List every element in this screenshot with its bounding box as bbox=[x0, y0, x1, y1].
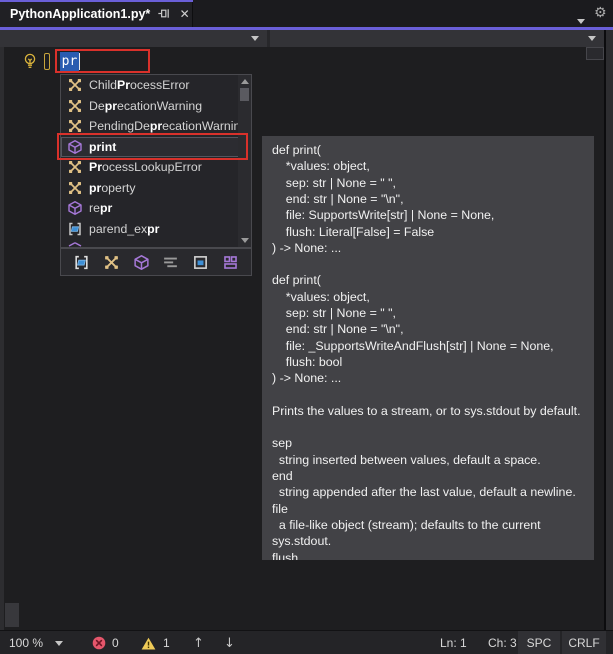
completion-label: DeprecationWarning bbox=[89, 98, 203, 113]
scrollbar-thumb[interactable] bbox=[240, 88, 249, 101]
signature-overload-1: def print( *values: object, sep: str | N… bbox=[272, 143, 495, 256]
next-issue-arrow-icon[interactable]: ↓ bbox=[224, 631, 235, 654]
column-indicator[interactable]: Ch: 3 bbox=[488, 631, 517, 654]
chevron-down-icon bbox=[588, 36, 596, 41]
close-icon[interactable]: ✕ bbox=[177, 6, 192, 22]
quickinfo-tooltip: def print( *values: object, sep: str | N… bbox=[262, 136, 594, 560]
line-indicator[interactable]: Ln: 1 bbox=[440, 631, 467, 654]
chevron-down-icon bbox=[251, 36, 259, 41]
editor-horizontal-scrollbar-thumb[interactable] bbox=[5, 603, 19, 627]
nav-dropdown-project[interactable] bbox=[4, 30, 267, 47]
warning-icon bbox=[141, 637, 156, 649]
docstring-summary: Prints the values to a stream, or to sys… bbox=[272, 403, 581, 418]
gear-icon[interactable]: ⚙ bbox=[594, 5, 607, 21]
keyword-filter-icon[interactable] bbox=[191, 253, 209, 271]
annotation-box-print bbox=[57, 133, 248, 160]
class-icon bbox=[69, 161, 81, 174]
method-cube-icon bbox=[68, 242, 82, 247]
struct-filter-icon[interactable] bbox=[221, 253, 239, 271]
completion-filter-toolbar bbox=[60, 248, 252, 276]
completion-label: ChildProcessError bbox=[89, 78, 190, 93]
completion-item[interactable]: repr bbox=[61, 198, 251, 219]
completion-item[interactable]: DeprecationWarning bbox=[61, 96, 251, 117]
tab-pythonapplication1[interactable]: PythonApplication1.py* ✕ bbox=[0, 0, 193, 27]
annotation-box-input bbox=[55, 49, 150, 73]
class-icon bbox=[69, 79, 81, 92]
pin-icon[interactable] bbox=[156, 6, 171, 22]
completion-label: ProcessLookupError bbox=[89, 160, 202, 175]
completion-label: property bbox=[89, 180, 136, 195]
class-filter-icon[interactable] bbox=[102, 253, 120, 271]
warning-indicator[interactable]: 1 bbox=[141, 631, 170, 654]
completion-item[interactable]: parend_expr bbox=[61, 219, 251, 240]
completion-label: parend_expr bbox=[89, 221, 160, 236]
editor-vertical-scrollbar-thumb[interactable] bbox=[586, 47, 604, 60]
error-indicator[interactable]: 0 bbox=[92, 631, 119, 654]
error-icon bbox=[92, 636, 106, 650]
caret-line-indicator bbox=[44, 53, 50, 70]
tab-title: PythonApplication1.py* bbox=[10, 6, 151, 21]
right-frame bbox=[604, 30, 613, 630]
snippet-icon bbox=[69, 222, 81, 235]
status-bar: 100 % 0 1 ↑ ↓ Ln: 1 Ch: 3 SPC CRLF bbox=[0, 630, 613, 654]
signature-overload-2: def print( *values: object, sep: str | N… bbox=[272, 273, 554, 386]
completion-item[interactable]: ChildProcessError bbox=[61, 75, 251, 96]
prev-issue-arrow-icon[interactable]: ↑ bbox=[193, 631, 204, 654]
whitespace-mode[interactable]: SPC bbox=[518, 631, 560, 654]
scroll-down-icon[interactable] bbox=[240, 238, 249, 243]
completion-item[interactable]: property bbox=[61, 178, 251, 199]
line-ending-mode[interactable]: CRLF bbox=[562, 631, 606, 654]
error-count: 0 bbox=[112, 636, 119, 650]
docstring-parameters: sep string inserted between values, defa… bbox=[272, 436, 576, 560]
zoom-chevron-icon[interactable] bbox=[55, 631, 63, 654]
nav-dropdown-member[interactable] bbox=[270, 30, 604, 47]
method-cube-icon bbox=[68, 201, 82, 216]
completion-item-partial bbox=[61, 239, 251, 247]
completion-list[interactable]: ChildProcessError DeprecationWarning Pen… bbox=[60, 74, 252, 248]
method-filter-icon[interactable] bbox=[132, 253, 150, 271]
warning-count: 1 bbox=[163, 636, 170, 650]
snippet-filter-icon[interactable] bbox=[73, 253, 91, 271]
completion-label: PendingDeprecationWarning bbox=[89, 119, 248, 134]
active-tab-accent bbox=[0, 0, 193, 2]
locals-filter-icon[interactable] bbox=[162, 253, 180, 271]
class-icon bbox=[69, 120, 81, 133]
class-icon bbox=[69, 181, 81, 194]
completion-scrollbar[interactable] bbox=[238, 75, 251, 247]
quick-actions-lightbulb-icon[interactable] bbox=[21, 52, 39, 75]
completion-label: repr bbox=[89, 201, 113, 216]
completion-item[interactable]: ProcessLookupError bbox=[61, 157, 251, 178]
left-frame bbox=[0, 47, 4, 630]
scroll-up-icon[interactable] bbox=[240, 79, 249, 84]
vs-editor-window: PythonApplication1.py* ✕ ⚙ pr ChildProce… bbox=[0, 0, 613, 654]
zoom-level[interactable]: 100 % bbox=[9, 631, 43, 654]
class-icon bbox=[69, 99, 81, 112]
